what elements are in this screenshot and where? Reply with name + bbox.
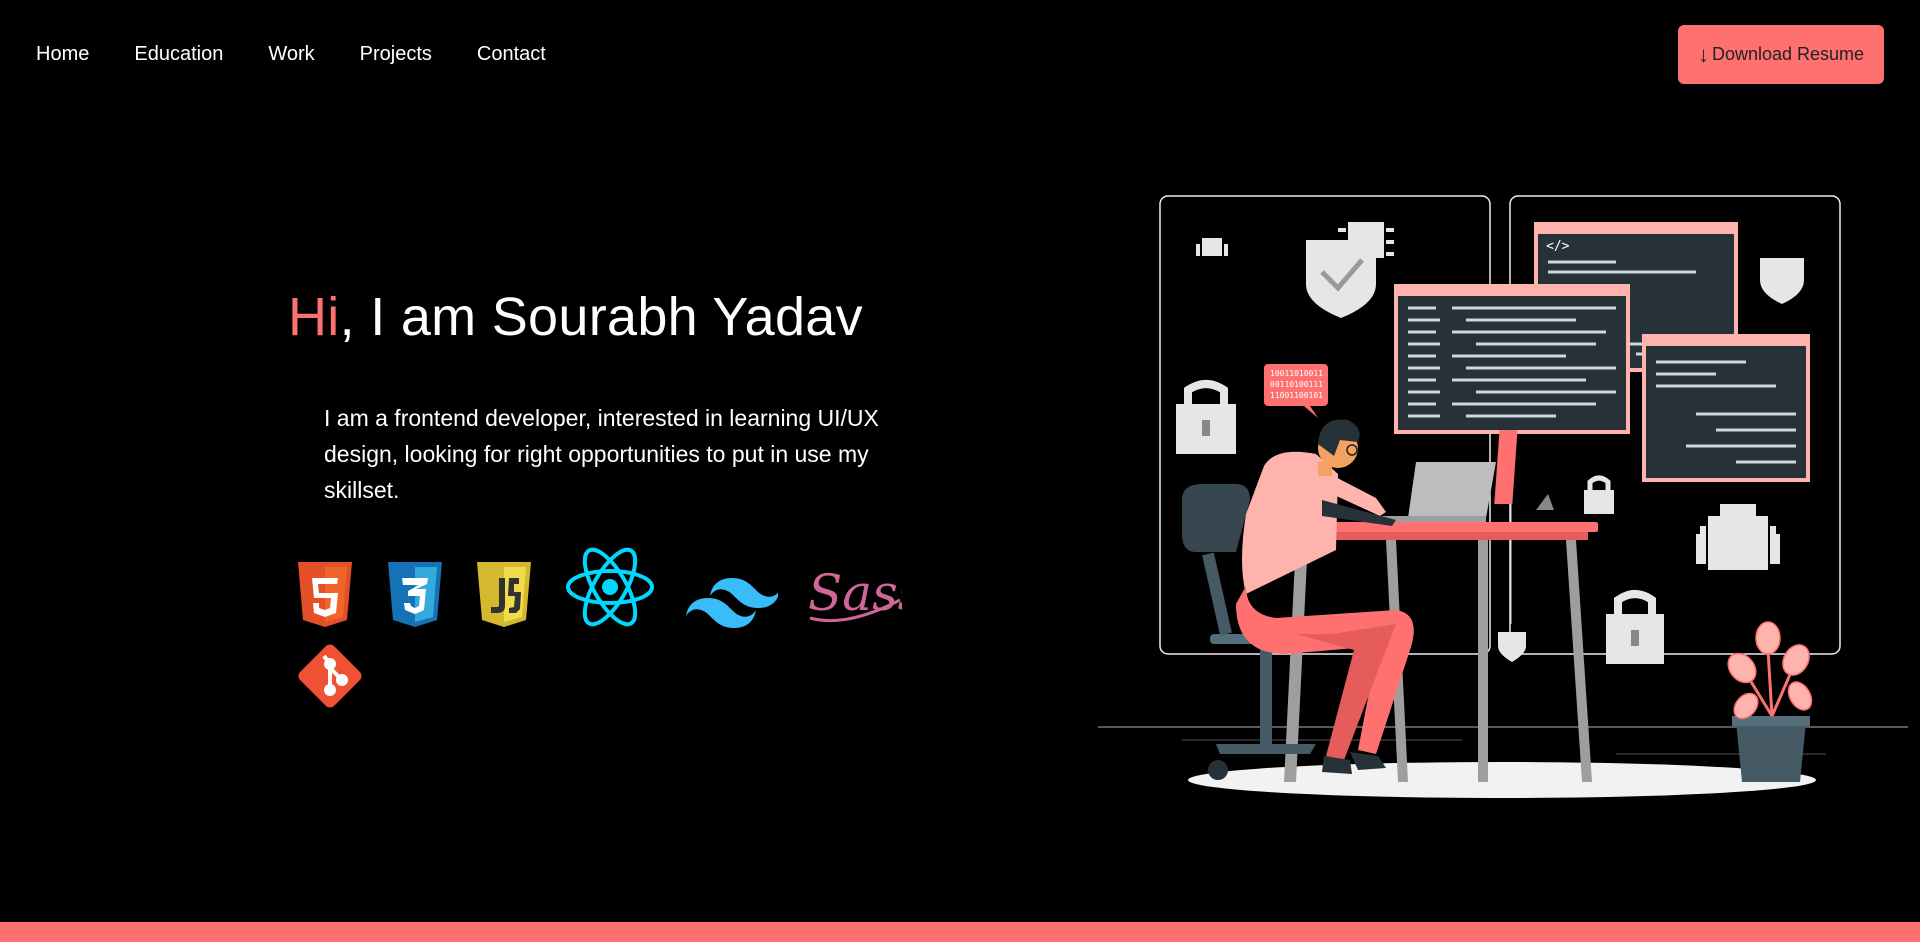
code-tag: </>	[1546, 239, 1570, 254]
css3-icon	[388, 562, 442, 627]
nav-link-contact[interactable]: Contact	[477, 42, 546, 66]
hero-greeting: Hi	[288, 287, 340, 347]
nav-link-projects[interactable]: Projects	[360, 42, 432, 66]
hero-name: , I am Sourabh Yadav	[339, 287, 863, 347]
react-icon	[566, 547, 654, 627]
binary-line-1: 10011010011	[1270, 369, 1323, 378]
arrow-down-icon: ↓	[1697, 41, 1709, 67]
binary-line-3: 11001100101	[1270, 391, 1323, 400]
download-resume-button[interactable]: ↓ Download Resume	[1678, 25, 1884, 84]
binary-line-2: 00110100111	[1270, 380, 1323, 389]
sass-icon: Sass	[808, 564, 902, 623]
developer-at-desk-illustration: </> 10011010011 00110100111 11001100101	[1098, 195, 1908, 798]
git-icon	[298, 644, 362, 708]
html5-icon	[298, 562, 352, 627]
nav-links: Home Education Work Projects Contact	[36, 42, 546, 66]
nav-link-home[interactable]: Home	[36, 42, 89, 66]
hero-title: Hi, I am Sourabh Yadav	[288, 286, 863, 348]
nav-link-education[interactable]: Education	[134, 42, 223, 66]
download-resume-label: Download Resume	[1711, 44, 1865, 64]
top-navbar: Home Education Work Projects Contact ↓ D…	[0, 0, 1920, 108]
hero-description: I am a frontend developer, interested in…	[324, 405, 879, 503]
javascript-icon	[477, 562, 531, 627]
svg-text:Sass: Sass	[808, 564, 902, 622]
footer-accent-bar	[0, 922, 1920, 942]
tailwind-icon	[686, 578, 778, 628]
nav-link-work[interactable]: Work	[268, 42, 314, 66]
